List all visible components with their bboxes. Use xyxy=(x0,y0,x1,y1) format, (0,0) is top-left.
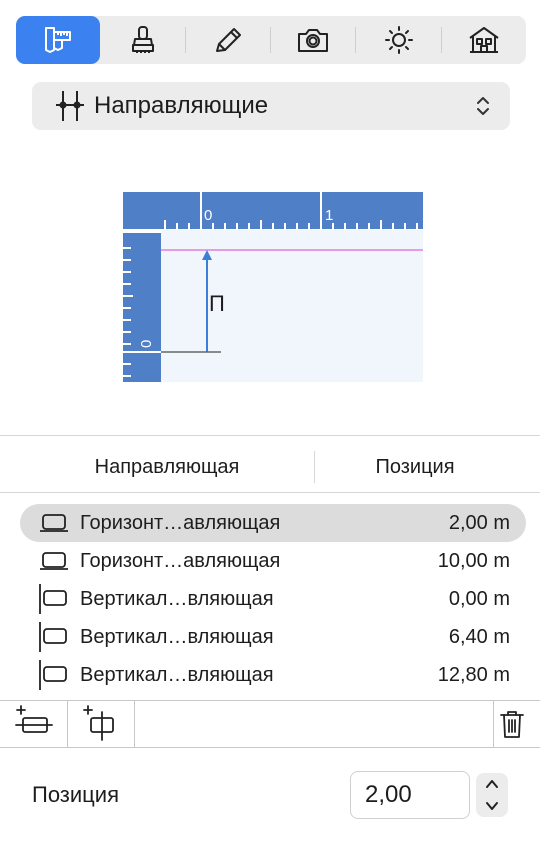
pencil-icon xyxy=(215,28,241,52)
delete-guide-button[interactable] xyxy=(494,701,530,747)
selector-label: Направляющие xyxy=(94,92,269,119)
chevron-up-icon xyxy=(486,780,498,788)
table-row[interactable]: Вертикал…вляющая 0,00 m xyxy=(20,580,526,618)
bar-separator xyxy=(134,701,135,747)
ruler-top-label-1: 1 xyxy=(325,207,333,224)
guides-selector[interactable]: Направляющие xyxy=(32,82,510,130)
tab-camera[interactable] xyxy=(271,16,355,64)
chevron-down-icon xyxy=(486,802,498,810)
inspector-toolbar xyxy=(16,16,526,64)
column-header-position[interactable]: Позиция xyxy=(315,448,515,486)
trash-icon xyxy=(500,711,524,738)
horizontal-guide-icon xyxy=(40,552,68,570)
tab-lighting[interactable] xyxy=(356,16,440,64)
vertical-guide-icon xyxy=(39,622,67,652)
camera-icon xyxy=(298,29,329,52)
ruler-top-label-0: 0 xyxy=(204,207,212,224)
guides-icon xyxy=(56,91,84,121)
house-icon xyxy=(469,27,499,53)
position-input[interactable] xyxy=(350,771,470,819)
tab-building[interactable] xyxy=(442,16,526,64)
table-row[interactable]: Горизонт…авляющая 2,00 m xyxy=(20,504,526,542)
guides-action-bar xyxy=(0,700,540,748)
row-position: 2,00 m xyxy=(448,511,510,534)
table-row[interactable]: Вертикал…вляющая 12,80 m xyxy=(20,656,526,694)
add-horizontal-guide-icon xyxy=(14,705,53,733)
row-name: Вертикал…вляющая xyxy=(80,587,274,610)
row-position: 12,80 m xyxy=(437,663,510,686)
row-position: 6,40 m xyxy=(448,625,510,648)
caliper-icon xyxy=(45,27,72,53)
tab-edit[interactable] xyxy=(186,16,270,64)
position-stepper[interactable] xyxy=(476,773,508,817)
vertical-guide-icon xyxy=(39,660,67,690)
chevron-updown-icon xyxy=(477,97,489,115)
row-name: Горизонт…авляющая xyxy=(80,511,281,534)
horizontal-guide-icon xyxy=(40,514,68,532)
row-name: Вертикал…вляющая xyxy=(80,663,274,686)
position-label: Позиция xyxy=(32,782,119,807)
table-row[interactable]: Горизонт…авляющая 10,00 m xyxy=(20,542,526,580)
table-row[interactable]: Вертикал…вляющая 6,40 m xyxy=(20,618,526,656)
sun-icon xyxy=(384,26,413,54)
row-name: Горизонт…авляющая xyxy=(80,549,281,572)
add-vertical-guide-button[interactable] xyxy=(68,701,134,747)
row-name: Вертикал…вляющая xyxy=(80,625,274,648)
divider xyxy=(0,435,540,436)
stepper-up-button[interactable] xyxy=(476,773,508,795)
add-vertical-guide-icon xyxy=(83,705,114,741)
stamp-icon xyxy=(131,26,154,53)
tab-style[interactable] xyxy=(100,16,184,64)
add-horizontal-guide-button[interactable] xyxy=(0,701,67,747)
column-header-guide[interactable]: Направляющая xyxy=(20,448,314,486)
guides-illustration: 0 1 0 П xyxy=(123,192,423,382)
stepper-down-button[interactable] xyxy=(476,795,508,817)
row-position: 0,00 m xyxy=(448,587,510,610)
tab-measurement[interactable] xyxy=(16,16,101,64)
vertical-guide-icon xyxy=(39,584,67,614)
row-position: 10,00 m xyxy=(437,549,510,572)
ruler-left-label: 0 xyxy=(138,340,155,348)
divider xyxy=(0,492,540,493)
arrow-label: П xyxy=(209,291,225,316)
